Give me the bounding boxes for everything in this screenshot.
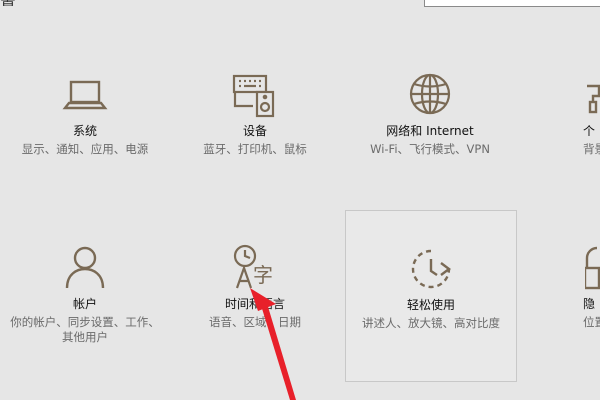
tile-description: 讲述人、放大镜、高对比度 [362,316,500,330]
tile-description: 蓝牙、打印机、鼠标 [203,142,307,156]
tile-title: 系统 [72,124,97,138]
tile-description: 你的帐户、同步设置、工作、其他用户 [10,315,160,344]
tile-title: 帐户 [72,297,97,311]
tile-title: 时间和语言 [224,297,285,311]
tile-network[interactable]: 网络和 Internet Wi-Fi、飞行模式、VPN [345,60,515,190]
page-title-fragment: 置 [0,0,20,6]
tile-accounts[interactable]: 帐户 你的帐户、同步设置、工作、其他用户 [0,210,170,380]
tile-personalization[interactable]: 个 背景、锁 [515,60,600,190]
laptop-icon [61,72,109,120]
tile-devices[interactable]: 设备 蓝牙、打印机、鼠标 [170,60,340,190]
tile-title: 网络和 Internet [386,124,474,138]
svg-text:字: 字 [253,263,273,287]
keyboard-speaker-icon [231,72,279,120]
tile-description: 位置、 [583,315,600,329]
person-icon [61,244,109,292]
paint-icon [585,72,600,120]
tile-title: 隐 [583,297,596,311]
tile-description: 背景、锁 [583,142,600,156]
tile-description: 显示、通知、应用、电源 [21,142,149,156]
tile-title: 设备 [242,124,267,138]
globe-icon [406,72,454,120]
tile-system[interactable]: 系统 显示、通知、应用、电源 [0,60,170,190]
tile-title: 轻松使用 [406,298,455,312]
tile-time-language[interactable]: 字 时间和语言 语音、区域、日期 [170,210,340,380]
ease-of-access-icon [407,245,455,293]
tile-ease-of-access[interactable]: 轻松使用 讲述人、放大镜、高对比度 [345,210,517,382]
search-input[interactable] [424,0,600,7]
tile-privacy[interactable]: 隐 位置、 [515,210,600,380]
tile-description: 语音、区域、日期 [209,315,301,329]
tile-description: Wi-Fi、飞行模式、VPN [370,142,490,156]
tile-title: 个 [583,124,596,138]
lock-icon [585,244,600,292]
page-title: 置 [0,0,16,6]
clock-language-icon: 字 [231,244,279,292]
